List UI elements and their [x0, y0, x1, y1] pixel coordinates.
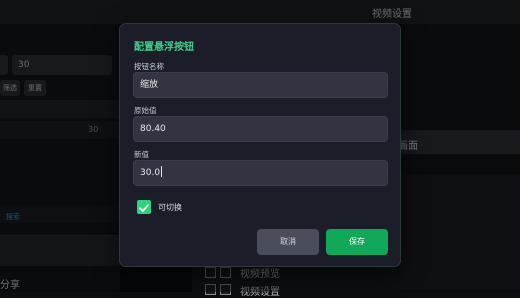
- floating-button-config-dialog: 配置悬浮按钮 按钮名称 缩放 原始值 80.40 新值 30.0 可切换 取消 …: [119, 23, 401, 267]
- check-icon: [139, 204, 149, 212]
- new-value-label: 新值: [134, 150, 149, 159]
- toggleable-checkbox[interactable]: [137, 200, 151, 214]
- cancel-button[interactable]: 取消: [257, 229, 319, 255]
- save-button[interactable]: 保存: [326, 229, 388, 255]
- original-value-label: 原始值: [134, 106, 157, 115]
- dialog-title: 配置悬浮按钮: [134, 42, 194, 53]
- original-value-input[interactable]: 80.40: [133, 116, 388, 142]
- new-value-text: 30.0: [140, 168, 161, 178]
- new-value-input[interactable]: 30.0: [133, 160, 388, 186]
- button-name-input[interactable]: 缩放: [133, 72, 388, 98]
- toggleable-label[interactable]: 可切换: [158, 202, 182, 213]
- text-cursor: [161, 166, 163, 177]
- button-name-label: 按钮名称: [134, 62, 164, 71]
